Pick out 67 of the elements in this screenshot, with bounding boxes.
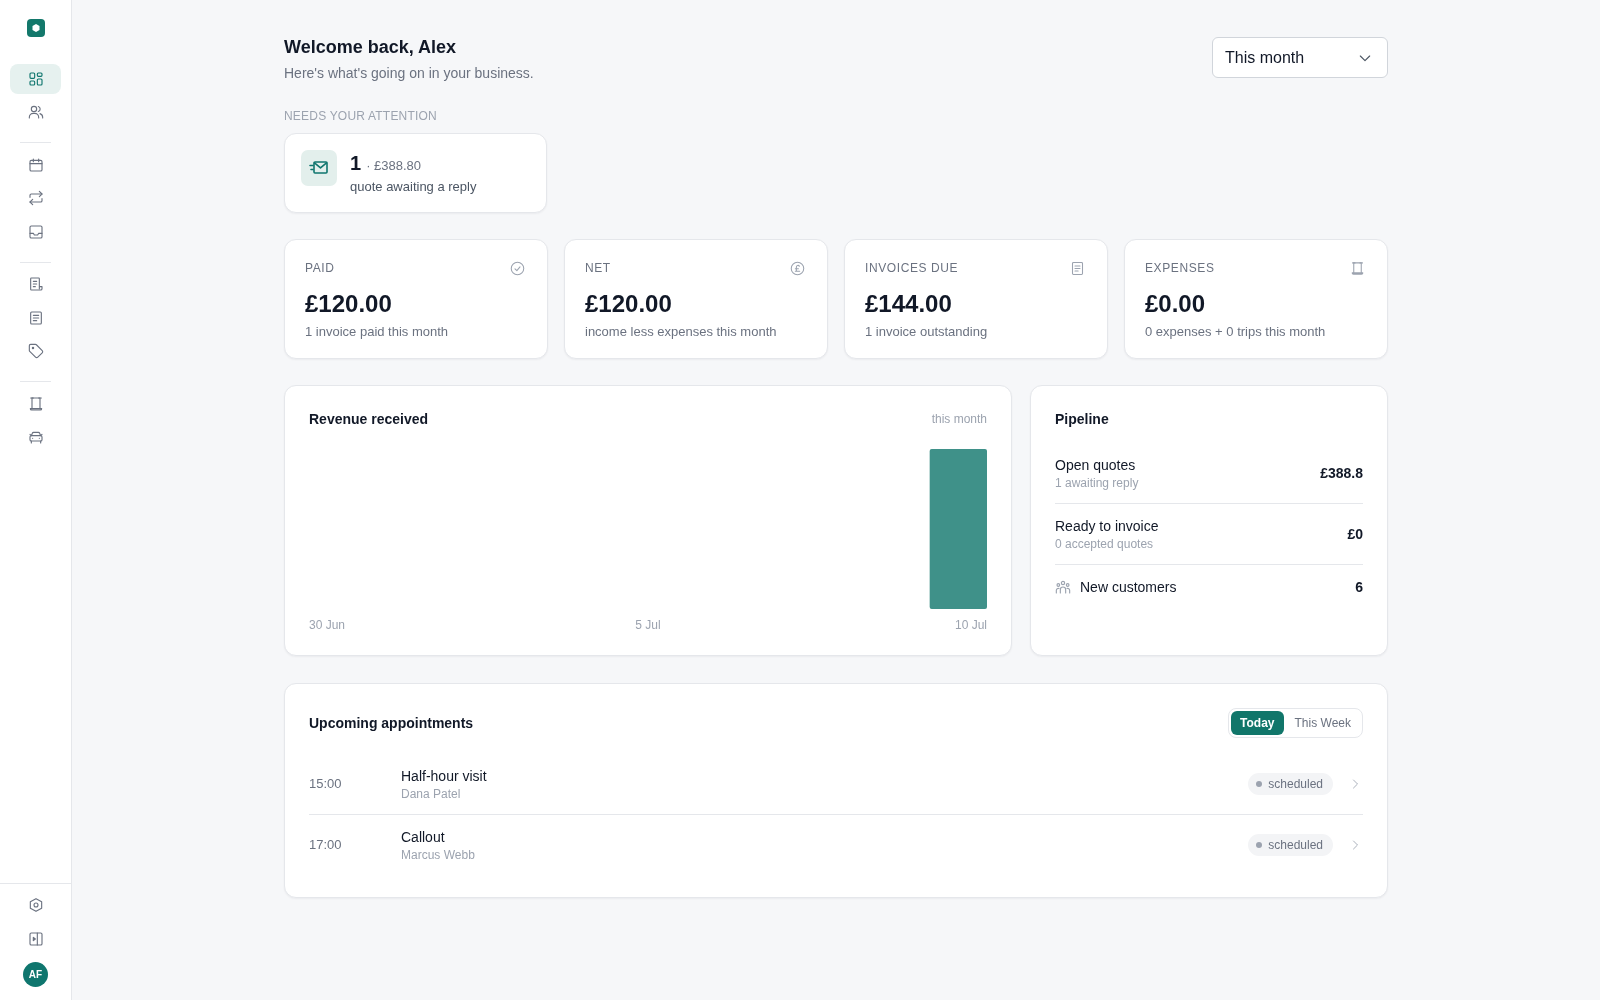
calendar-icon bbox=[27, 156, 44, 173]
card-title: Pipeline bbox=[1055, 410, 1109, 429]
people-group-icon bbox=[1055, 579, 1071, 595]
status-label: scheduled bbox=[1268, 837, 1323, 853]
appointment-customer: Dana Patel bbox=[401, 786, 461, 802]
stat-label: INVOICES DUE bbox=[865, 260, 959, 276]
stat-value: £120.00 bbox=[305, 289, 392, 319]
nav-button[interactable] bbox=[10, 64, 61, 94]
user-avatar[interactable]: AF bbox=[23, 962, 48, 987]
stat-value: £0.00 bbox=[1145, 289, 1206, 319]
appointment-customer: Marcus Webb bbox=[401, 847, 475, 863]
sidebar-toggle-icon bbox=[27, 931, 44, 948]
axis-label: 10 Jul bbox=[954, 617, 987, 633]
envelope-icon bbox=[301, 150, 337, 186]
status-dot-icon bbox=[1256, 781, 1263, 787]
appointment-time: 15:00 bbox=[309, 775, 343, 793]
appointment-title: Half-hour visit bbox=[401, 767, 487, 786]
pound-circle-icon bbox=[790, 260, 805, 276]
check-circle-icon bbox=[510, 260, 525, 276]
pipeline-note: 1 awaiting reply bbox=[1055, 475, 1139, 491]
attention-label: quote awaiting a reply bbox=[350, 178, 477, 196]
appointment-title: Callout bbox=[401, 828, 445, 847]
inbox-icon bbox=[27, 223, 44, 240]
status-dot-icon bbox=[1256, 842, 1263, 848]
repeat-icon bbox=[27, 190, 44, 207]
logo-icon bbox=[26, 19, 45, 37]
page-title: Welcome back, Alex bbox=[284, 36, 457, 59]
axis-label: 5 Jul bbox=[635, 617, 661, 633]
document-lines-icon bbox=[1070, 260, 1085, 276]
scroll-icon bbox=[1350, 260, 1365, 276]
range-tab[interactable]: This Week bbox=[1285, 711, 1360, 735]
dashboard-icon bbox=[27, 70, 44, 87]
appointment-time: 17:00 bbox=[309, 836, 343, 854]
stat-note: 0 expenses + 0 trips this month bbox=[1145, 323, 1326, 341]
axis-label: 30 Jun bbox=[309, 617, 346, 633]
stat-label: EXPENSES bbox=[1145, 260, 1215, 276]
range-tab[interactable]: Today bbox=[1231, 711, 1284, 735]
section-heading: NEEDS YOUR ATTENTION bbox=[284, 108, 437, 124]
pipeline-label: New customers bbox=[1080, 578, 1177, 597]
stat-value: £144.00 bbox=[865, 289, 952, 319]
stat-note: income less expenses this month bbox=[585, 323, 777, 341]
pipeline-label: Ready to invoice bbox=[1055, 517, 1159, 536]
users-icon bbox=[27, 104, 44, 121]
stat-label: PAID bbox=[305, 260, 335, 276]
tag-icon bbox=[27, 343, 44, 360]
stat-note: 1 invoice outstanding bbox=[865, 323, 988, 341]
car-icon bbox=[27, 429, 44, 446]
status-label: scheduled bbox=[1268, 776, 1323, 792]
stat-note: 1 invoice paid this month bbox=[305, 323, 449, 341]
stat-label: NET bbox=[585, 260, 611, 276]
stat-value: £120.00 bbox=[585, 289, 672, 319]
settings-icon bbox=[27, 896, 44, 913]
card-title: Upcoming appointments bbox=[309, 714, 474, 733]
period-dropdown[interactable]: This month bbox=[1212, 37, 1388, 78]
notepad-icon bbox=[27, 309, 44, 326]
pipeline-label: Open quotes bbox=[1055, 456, 1136, 475]
chart-period: this month bbox=[931, 411, 987, 427]
pipeline-value: £388.8 bbox=[1320, 464, 1363, 483]
pipeline-note: 0 accepted quotes bbox=[1055, 536, 1154, 552]
document-icon bbox=[27, 276, 44, 293]
chart-title: Revenue received bbox=[309, 410, 429, 429]
attention-amount: · £388.80 bbox=[366, 158, 422, 173]
pipeline-value: £0 bbox=[1347, 525, 1363, 544]
pipeline-value: 6 bbox=[1355, 578, 1363, 597]
scroll-icon bbox=[27, 395, 44, 412]
attention-count: 1 bbox=[350, 151, 362, 176]
page-subtitle: Here's what's going on in your business. bbox=[284, 64, 534, 83]
